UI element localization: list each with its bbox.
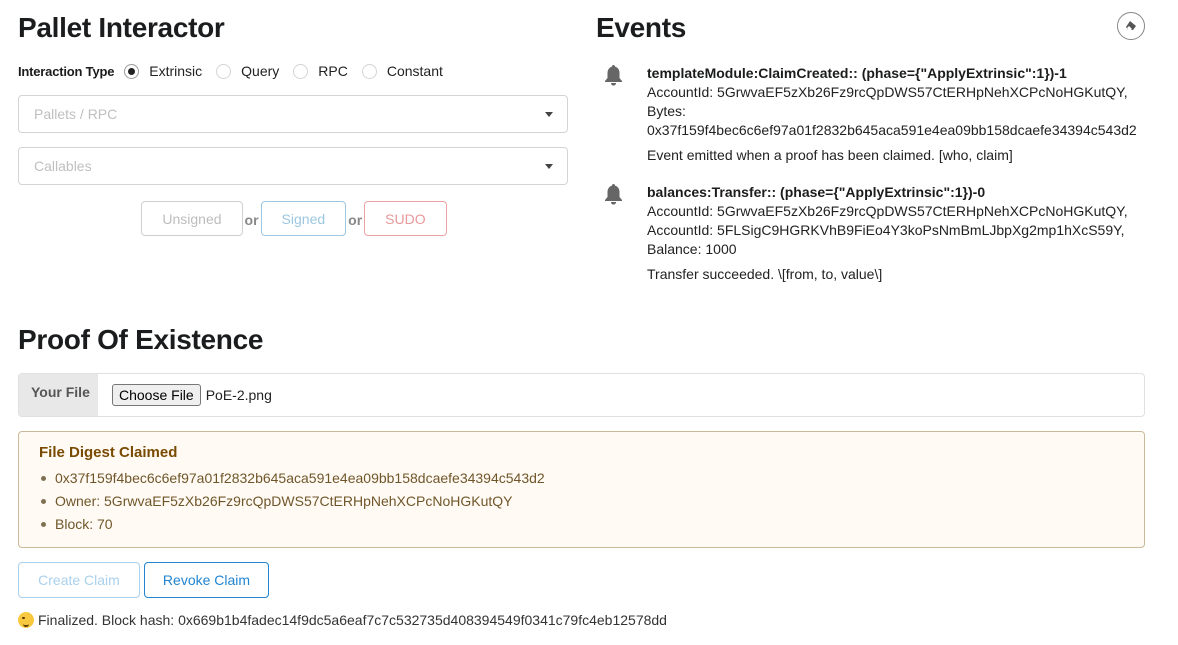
or-separator: or <box>244 212 259 228</box>
radio-button[interactable] <box>361 63 377 79</box>
clear-events-button[interactable] <box>1117 12 1145 40</box>
radio-query[interactable]: Query <box>216 63 279 79</box>
claim-owner: Owner: 5GrwvaEF5zXb26Fz9rcQpDWS57CtERHpN… <box>39 490 1124 513</box>
event-title: balances:Transfer:: (phase={"ApplyExtrin… <box>647 184 986 200</box>
revoke-claim-button[interactable]: Revoke Claim <box>144 562 269 598</box>
proof-of-existence-title: Proof Of Existence <box>18 324 264 355</box>
file-input-row: Your File Choose File PoE-2.png <box>18 373 1145 417</box>
event-data-line: AccountId: 5GrwvaEF5zXb26Fz9rcQpDWS57CtE… <box>647 203 1128 219</box>
caret-down-icon <box>545 111 553 117</box>
eraser-icon <box>1126 21 1136 30</box>
radio-label: Extrinsic <box>149 63 203 79</box>
event-description: Transfer succeeded. \[from, to, value\] <box>647 266 883 282</box>
radio-label: RPC <box>318 63 348 79</box>
sudo-button[interactable]: SUDO <box>364 201 447 236</box>
your-file-label: Your File <box>19 374 98 416</box>
radio-label: Constant <box>386 63 443 79</box>
radio-extrinsic[interactable]: Extrinsic <box>124 63 202 79</box>
event-item: balances:Transfer:: (phase={"ApplyExtrin… <box>596 183 1156 284</box>
wink-emoji-icon <box>18 612 34 628</box>
radio-label: Query <box>241 63 280 79</box>
event-description: Event emitted when a proof has been clai… <box>647 147 1013 163</box>
caret-down-icon <box>545 163 553 169</box>
event-title: templateModule:ClaimCreated:: (phase={"A… <box>647 65 1067 81</box>
claimed-header: File Digest Claimed <box>39 444 178 461</box>
file-digest-claimed-message: File Digest Claimed 0x37f159f4bec6c6ef97… <box>18 431 1145 548</box>
claim-digest: 0x37f159f4bec6c6ef97a01f2832b645aca591e4… <box>39 467 1124 490</box>
claim-block: Block: 70 <box>39 513 1124 536</box>
callables-dropdown[interactable]: Callables <box>18 147 568 185</box>
radio-constant[interactable]: Constant <box>361 63 443 79</box>
status-text: Finalized. Block hash: 0x669b1b4fadec14f… <box>38 612 667 628</box>
pallets-rpc-dropdown[interactable]: Pallets / RPC <box>18 95 568 133</box>
event-data-line: AccountId: 5GrwvaEF5zXb26Fz9rcQpDWS57CtE… <box>647 84 1128 100</box>
or-separator: or <box>348 212 363 228</box>
radio-button[interactable] <box>216 63 232 79</box>
create-claim-button[interactable]: Create Claim <box>18 562 140 598</box>
radio-button-checked[interactable] <box>124 63 140 79</box>
events-section: Events templateModule:ClaimCreated:: (ph… <box>596 12 1156 284</box>
bell-icon <box>596 183 647 284</box>
events-header: Events <box>596 12 1156 44</box>
transaction-status: Finalized. Block hash: 0x669b1b4fadec14f… <box>18 612 667 628</box>
signed-button[interactable]: Signed <box>260 201 347 236</box>
radio-button[interactable] <box>293 63 309 79</box>
event-data-line: 0x37f159f4bec6c6ef97a01f2832b645aca591e4… <box>647 122 1137 138</box>
unsigned-button[interactable]: Unsigned <box>141 201 243 236</box>
event-data-line: Bytes: <box>647 103 686 119</box>
bell-icon <box>596 64 647 165</box>
submit-button-group: Unsigned or Signed or SUDO <box>20 201 568 236</box>
pallet-interactor-section: Pallet Interactor Interaction Type Extri… <box>18 12 568 236</box>
events-title: Events <box>596 12 687 43</box>
pallet-interactor-title: Pallet Interactor <box>18 12 225 43</box>
pallets-rpc-placeholder: Pallets / RPC <box>34 106 118 122</box>
interaction-type-label: Interaction Type <box>18 63 115 79</box>
claimed-details-list: 0x37f159f4bec6c6ef97a01f2832b645aca591e4… <box>39 467 1124 536</box>
event-data-line: AccountId: 5FLSigC9HGRKVhB9FiEo4Y3koPsNm… <box>647 222 1125 238</box>
choose-file-button[interactable]: Choose File <box>112 384 201 406</box>
callables-placeholder: Callables <box>34 158 92 174</box>
event-data-line: Balance: 1000 <box>647 241 737 257</box>
interaction-type-group: Interaction Type Extrinsic Query RPC Con… <box>18 61 568 81</box>
event-item: templateModule:ClaimCreated:: (phase={"A… <box>596 64 1156 165</box>
radio-rpc[interactable]: RPC <box>293 63 348 79</box>
file-input[interactable]: Choose File PoE-2.png <box>98 374 272 416</box>
selected-file-name: PoE-2.png <box>205 387 272 403</box>
claim-button-group: Create Claim Revoke Claim <box>18 562 269 598</box>
